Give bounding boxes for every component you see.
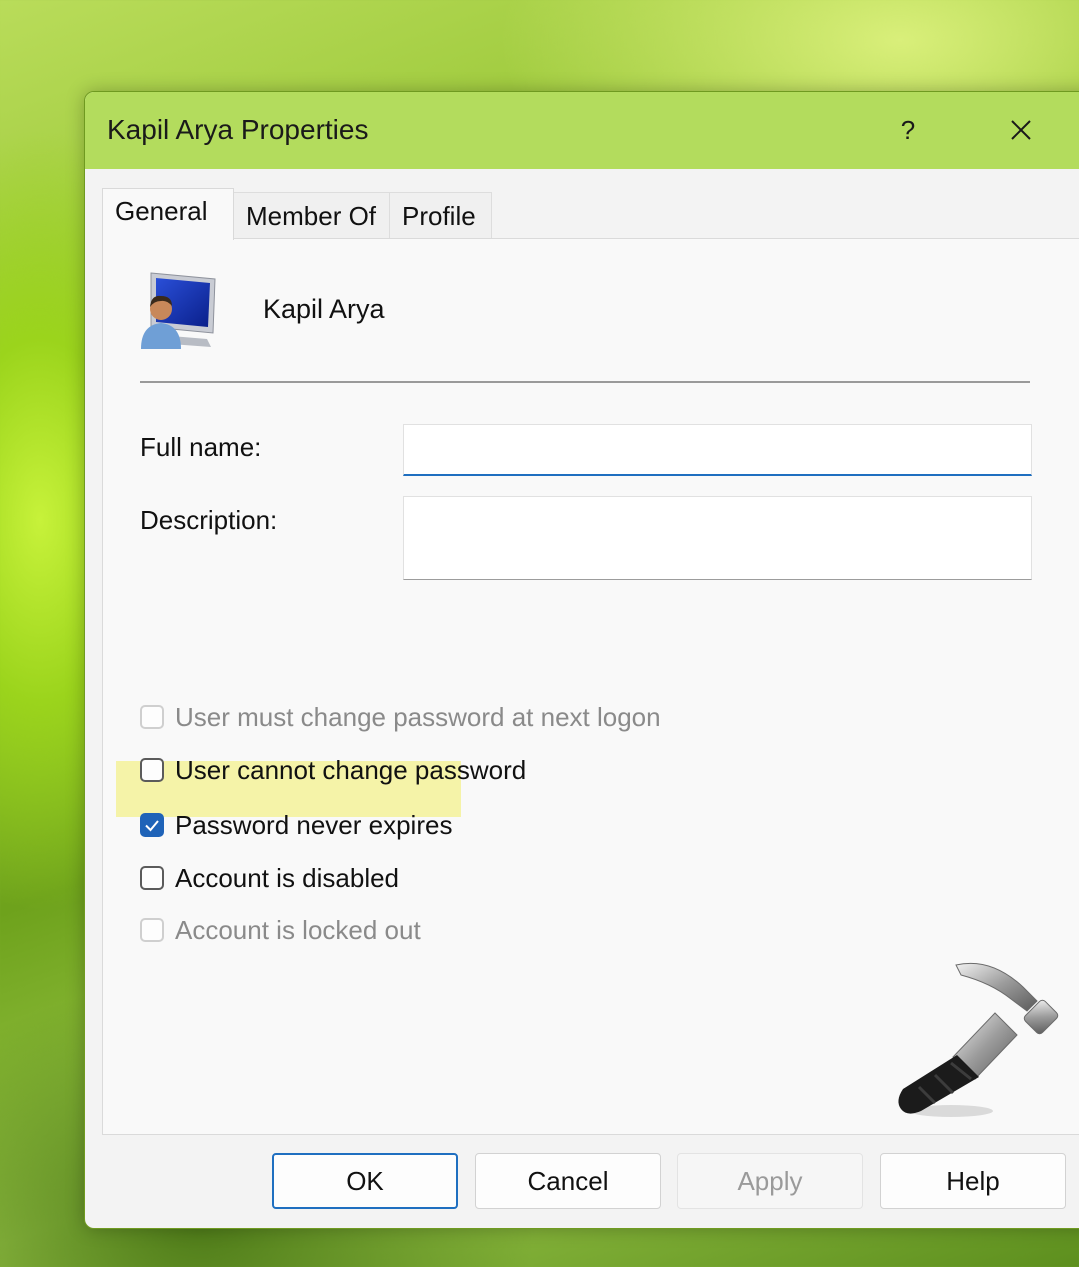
checkbox-box[interactable] [140,758,164,782]
ok-button[interactable]: OK [272,1153,458,1209]
header-divider [140,381,1030,383]
description-input[interactable] [403,496,1032,580]
checkbox-account-locked-out: Account is locked out [140,910,421,950]
checkbox-box [140,705,164,729]
checkbox-box[interactable] [140,866,164,890]
user-computer-icon [141,272,216,349]
window-title: Kapil Arya Properties [107,114,369,145]
checkbox-cannot-change-password[interactable]: User cannot change password [140,750,526,790]
properties-dialog: Kapil Arya Properties ? General Member O… [84,91,1079,1229]
checkbox-box[interactable] [140,813,164,837]
checkbox-password-never-expires[interactable]: Password never expires [140,805,452,845]
checkmark-icon [145,820,159,832]
checkbox-account-disabled[interactable]: Account is disabled [140,858,399,898]
checkbox-label[interactable]: Account is disabled [175,863,399,894]
general-tab-panel: Kapil Arya Full name: Description: User … [102,238,1079,1135]
checkbox-label: Account is locked out [175,914,421,945]
close-icon [1011,120,1031,140]
checkbox-must-change-password: User must change password at next logon [140,697,661,737]
cancel-button[interactable]: Cancel [475,1153,661,1209]
checkbox-box [140,918,164,942]
full-name-input[interactable] [403,424,1032,476]
checkbox-label[interactable]: User cannot change password [175,755,526,786]
help-button[interactable]: Help [880,1153,1066,1209]
user-display-name: Kapil Arya [263,294,385,324]
description-label: Description: [140,505,278,535]
help-title-button[interactable]: ? [885,106,931,154]
checkbox-label[interactable]: Password never expires [175,810,452,841]
hammer-icon [898,962,1059,1117]
full-name-label: Full name: [140,432,262,462]
close-button[interactable] [997,106,1045,154]
apply-button: Apply [677,1153,863,1209]
tab-member-of[interactable]: Member Of [233,192,390,238]
checkbox-label: User must change password at next logon [175,701,661,732]
title-bar[interactable]: Kapil Arya Properties ? [85,92,1079,169]
tab-profile[interactable]: Profile [389,192,492,238]
tab-general[interactable]: General [102,188,234,240]
